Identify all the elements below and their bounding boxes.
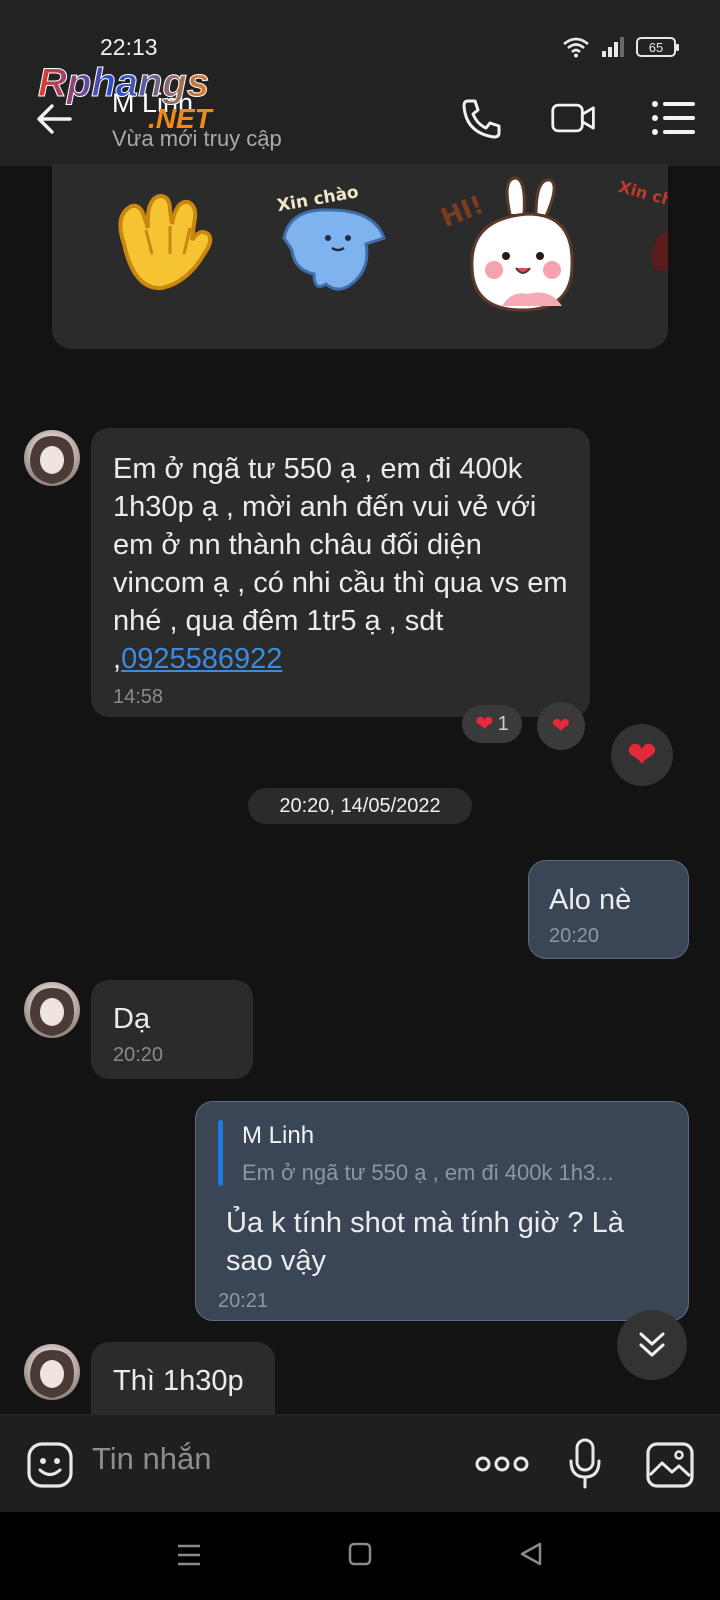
quote-bar [218, 1120, 223, 1186]
scroll-to-bottom-button[interactable] [617, 1310, 687, 1380]
reaction-heart-count[interactable]: ❤ 1 [462, 705, 522, 743]
sticker-panel: Xin chào HI! Xin chà [52, 164, 668, 349]
phone-call-icon[interactable] [458, 96, 506, 140]
message-input[interactable]: Tin nhắn [92, 1441, 212, 1477]
system-nav-bar [0, 1512, 720, 1600]
quote-sender-name[interactable]: M Linh [242, 1122, 314, 1150]
avatar[interactable] [24, 430, 80, 486]
avatar[interactable] [24, 1344, 80, 1400]
avatar[interactable] [24, 982, 80, 1038]
avatar-photo [30, 436, 74, 484]
avatar-photo [30, 1350, 74, 1398]
bunny-hi-sticker[interactable]: HI! [432, 170, 582, 316]
message-bubble-incoming[interactable]: Dạ 20:20 [91, 980, 253, 1079]
sticker-caption-partial: Xin chà [618, 177, 668, 213]
message-text: Alo nè [549, 884, 632, 916]
date-separator: 20:20, 14/05/2022 [248, 788, 472, 824]
message-text: Em ở ngã tư 550 ạ , em đi 400k 1h30p ạ ,… [113, 453, 568, 675]
waving-hand-sticker[interactable] [104, 184, 219, 294]
heart-icon: ❤ [551, 713, 571, 738]
avatar-photo [30, 988, 74, 1036]
home-icon[interactable] [348, 1542, 372, 1566]
message-time: 20:21 [218, 1290, 269, 1312]
message-bubble-outgoing[interactable]: Alo nè 20:20 [528, 860, 689, 959]
message-bubble-outgoing-reply[interactable]: M Linh Em ở ngã tư 550 ạ , em đi 400k 1h… [195, 1101, 689, 1321]
message-text: Thì 1h30p [113, 1365, 244, 1397]
message-time: 20:20 [549, 925, 600, 947]
status-time: 22:13 [100, 34, 158, 60]
message-bubble-incoming[interactable]: Em ở ngã tư 550 ạ , em đi 400k 1h30p ạ ,… [91, 428, 590, 717]
quote-text[interactable]: Em ở ngã tư 550 ạ , em đi 400k 1h3... [242, 1160, 672, 1186]
blue-cat-sticker[interactable]: Xin chào [270, 174, 398, 304]
more-options-icon[interactable] [474, 1455, 530, 1473]
video-call-icon[interactable] [550, 96, 598, 140]
phone-number-link[interactable]: 0925586922 [121, 643, 282, 675]
message-time: 20:20 [113, 1044, 164, 1066]
reaction-heart-button[interactable]: ❤ [537, 702, 585, 750]
battery-icon: 65 [636, 37, 679, 57]
svg-text:.NET: .NET [148, 103, 215, 134]
chat-header: M Linh Vừa mới truy cập Rphangs .NET [0, 61, 720, 166]
status-icons: 65 [562, 36, 679, 58]
svg-text:Rphangs: Rphangs [38, 61, 209, 105]
message-time: 14:58 [113, 686, 164, 708]
wifi-icon [563, 37, 589, 58]
message-composer: Tin nhắn [0, 1414, 720, 1512]
emoji-sticker-icon[interactable] [26, 1441, 74, 1489]
heart-icon: ❤ [475, 711, 494, 736]
sticker-caption-hi: HI! [437, 190, 488, 234]
reaction-count: 1 [497, 712, 509, 735]
message-text: Ủa k tính shot mà tính giờ ? Là sao vậy [226, 1207, 624, 1277]
message-text: Dạ [113, 1003, 151, 1035]
double-chevron-down-icon [639, 1332, 665, 1357]
image-gallery-icon[interactable] [645, 1441, 695, 1489]
signal-icon [602, 37, 624, 57]
menu-list-icon[interactable] [650, 96, 698, 140]
quick-react-button[interactable]: ❤ [611, 724, 673, 786]
partial-sticker[interactable]: Xin chà [618, 174, 668, 274]
microphone-icon[interactable] [567, 1437, 603, 1491]
heart-icon: ❤ [626, 734, 658, 775]
watermark-logo: Rphangs .NET [38, 61, 215, 135]
recent-apps-icon[interactable] [176, 1542, 202, 1568]
back-triangle-icon[interactable] [518, 1541, 544, 1567]
